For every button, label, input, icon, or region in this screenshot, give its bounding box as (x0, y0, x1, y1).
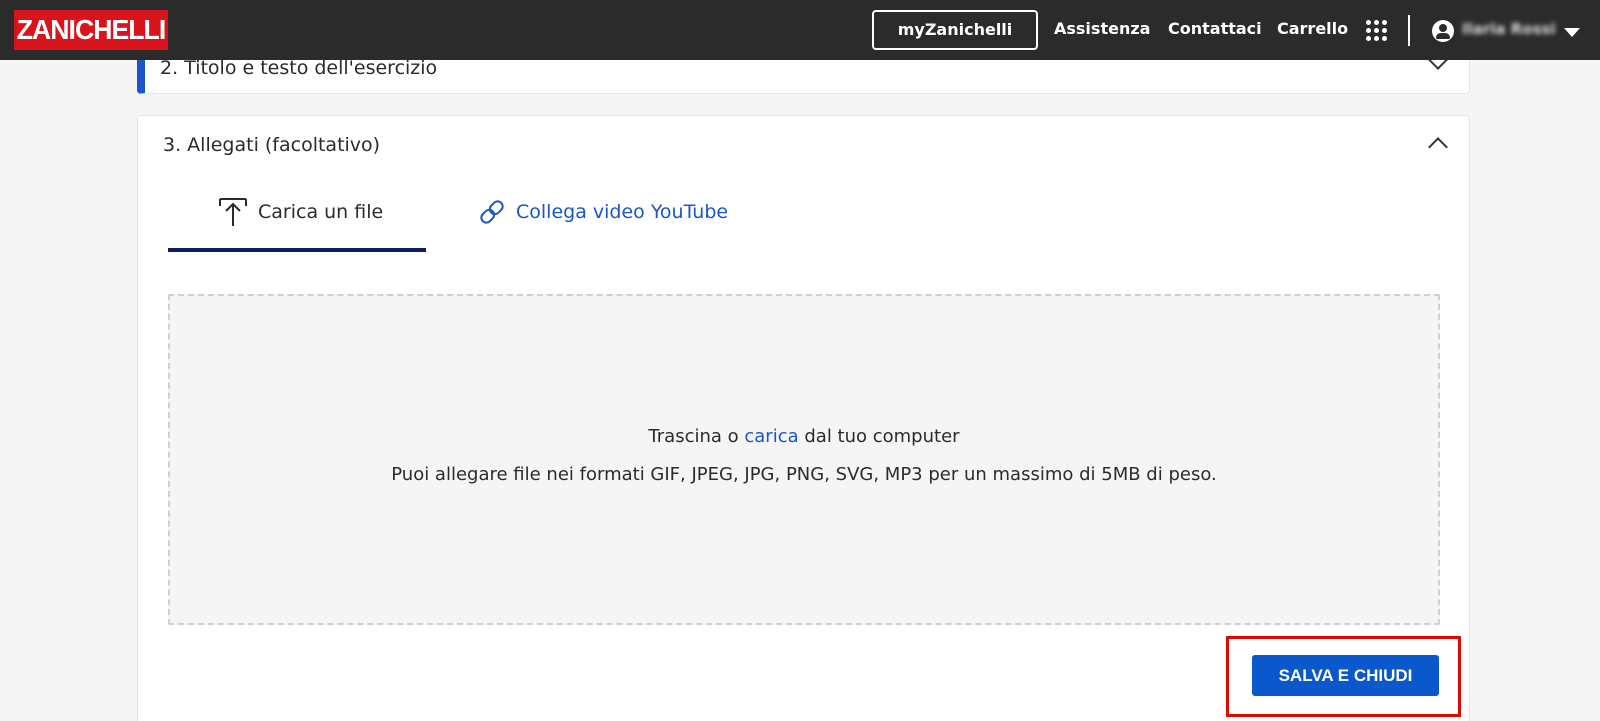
dropzone-text-before: Trascina o (648, 426, 745, 447)
tab-carica-file[interactable]: Carica un file (168, 196, 426, 252)
section-allegati: 3. Allegati (facoltativo) Carica un file… (137, 115, 1470, 721)
save-and-close-button[interactable]: SALVA E CHIUDI (1252, 655, 1439, 696)
tab-collega-video-label: Collega video YouTube (516, 201, 729, 223)
zanichelli-logo[interactable]: ZANICHELLI (14, 10, 168, 50)
chevron-up-icon[interactable] (1428, 137, 1448, 157)
section-3-title: 3. Allegati (facoltativo) (163, 134, 381, 156)
caret-down-icon[interactable] (1564, 28, 1580, 37)
dropzone-text-after: dal tuo computer (798, 426, 960, 447)
dropzone-formats-note: Puoi allegare file nei formati GIF, JPEG… (391, 464, 1217, 485)
upload-link[interactable]: carica (744, 426, 798, 447)
file-dropzone[interactable]: Trascina o carica dal tuo computer Puoi … (168, 294, 1440, 625)
myzanichelli-button[interactable]: myZanichelli (872, 10, 1038, 50)
nav-link-carrello[interactable]: Carrello (1277, 19, 1348, 38)
upload-icon (218, 196, 248, 228)
dropzone-instruction: Trascina o carica dal tuo computer (170, 426, 1438, 447)
nav-divider (1408, 15, 1410, 46)
nav-link-assistenza[interactable]: Assistenza (1054, 19, 1150, 38)
user-name[interactable]: Ilaria Rossi (1462, 20, 1556, 38)
top-navbar: ZANICHELLI myZanichelli Assistenza Conta… (0, 0, 1600, 60)
section-2-title: 2. Titolo e testo dell'esercizio (160, 57, 438, 79)
nav-link-contattaci[interactable]: Contattaci (1168, 19, 1262, 38)
apps-grid-icon[interactable] (1366, 20, 1388, 42)
link-icon (478, 196, 506, 228)
tab-carica-file-label: Carica un file (258, 201, 384, 223)
tab-collega-video[interactable]: Collega video YouTube (478, 196, 728, 252)
user-avatar-icon[interactable] (1432, 20, 1454, 42)
